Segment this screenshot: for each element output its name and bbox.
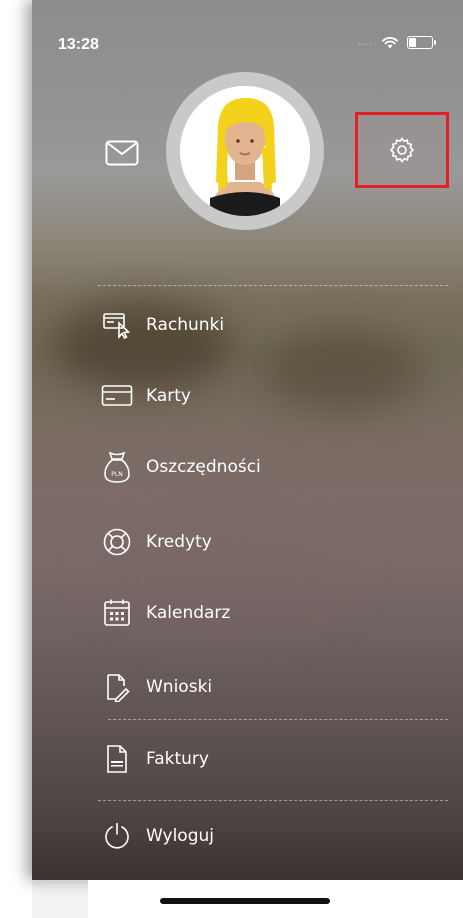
- menu-separator: [98, 800, 448, 801]
- menu-item-karty[interactable]: Karty: [100, 376, 191, 416]
- menu-item-label: Kredyty: [146, 532, 212, 552]
- gear-icon: [389, 137, 415, 163]
- menu-item-label: Rachunki: [146, 315, 225, 335]
- card-icon: [101, 385, 133, 406]
- power-icon: [105, 822, 129, 849]
- menu-item-kredyty[interactable]: Kredyty: [100, 522, 212, 562]
- status-icons: ....: [357, 36, 436, 49]
- menu-item-label: Karty: [146, 386, 191, 406]
- menu-item-label: Faktury: [146, 749, 209, 769]
- menu-item-wnioski[interactable]: Wnioski: [100, 667, 212, 707]
- menu-item-label: Oszczędności: [146, 457, 261, 477]
- side-drawer: 13:28 .... Rachunki Karty PLN Oszczędnoś…: [32, 0, 463, 880]
- cellular-signal-icon: ....: [357, 37, 373, 48]
- invoice-icon: [107, 745, 127, 773]
- blur-decoration: [262, 330, 422, 410]
- lifebuoy-icon: [103, 528, 131, 556]
- menu-item-oszczednosci[interactable]: PLN Oszczędności: [100, 447, 261, 487]
- menu-item-rachunki[interactable]: Rachunki: [100, 305, 224, 345]
- settings-button[interactable]: [355, 112, 449, 188]
- wifi-icon: [382, 37, 398, 49]
- savings-bag-icon: PLN: [104, 451, 130, 483]
- savings-currency-text: PLN: [111, 471, 122, 478]
- menu-separator: [98, 285, 448, 286]
- battery-icon: [407, 36, 436, 49]
- menu-item-label: Kalendarz: [146, 603, 231, 623]
- user-avatar-illustration: [180, 86, 310, 216]
- menu-item-faktury[interactable]: Faktury: [100, 739, 209, 779]
- avatar[interactable]: [180, 86, 310, 216]
- envelope-icon: [105, 140, 139, 166]
- calendar-icon: [104, 599, 130, 626]
- menu-separator: [108, 719, 448, 720]
- menu-item-label: Wyloguj: [146, 826, 214, 846]
- menu-item-kalendarz[interactable]: Kalendarz: [100, 593, 230, 633]
- accounts-icon: [103, 313, 131, 339]
- home-indicator[interactable]: [160, 898, 330, 904]
- status-time: 13:28: [58, 36, 99, 53]
- messages-button[interactable]: [105, 140, 139, 166]
- document-pen-icon: [107, 674, 130, 702]
- logout-button[interactable]: Wyloguj: [100, 816, 214, 856]
- menu-item-label: Wnioski: [146, 677, 213, 697]
